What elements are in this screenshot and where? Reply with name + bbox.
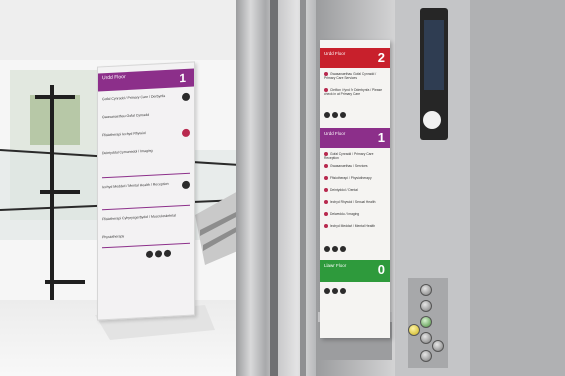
door-open-button[interactable] <box>420 332 432 344</box>
level-label: Llawr Floor <box>324 263 347 268</box>
directory-entry: Iechyd Meddwl / Mental Health <box>324 224 386 229</box>
directory-entry: Iechyd Meddwl / Mental Health / Receptio… <box>102 180 190 190</box>
entry-text: Iechyd Meddwl / Mental Health / Receptio… <box>102 181 169 190</box>
directory-entry: Deintyddol Cymunedol / Imaging <box>102 147 190 156</box>
wheelchair-icon <box>324 112 330 118</box>
icon-row <box>324 288 346 294</box>
door-close-button[interactable] <box>432 340 444 352</box>
entry-text: Iechyd Rhywiol / Sexual Health <box>330 200 376 204</box>
directory-entry: Gwasanaethau / Services <box>324 164 386 169</box>
arrow-right-icon <box>340 246 346 252</box>
icon-row <box>146 249 171 258</box>
service-icon <box>324 224 328 229</box>
entry-text: Gwasanaethau / Services <box>330 164 368 168</box>
level-number: 1 <box>377 130 385 145</box>
lift-icon <box>332 288 338 294</box>
lift-call-button[interactable] <box>420 284 432 296</box>
level-number: 0 <box>377 262 385 277</box>
directory-entry: Cleifion i fynd i'r Dderbynfa / Please c… <box>324 88 386 96</box>
entry-text: Iechyd Meddwl / Mental Health <box>330 224 376 228</box>
alarm-button[interactable] <box>408 324 420 336</box>
entry-text: Cleifion i fynd i'r Dderbynfa / Please c… <box>324 88 383 97</box>
level-number: 2 <box>377 50 385 65</box>
entry-text: Delweddu / Imaging <box>330 212 360 216</box>
directory-entry: Delweddu / Imaging <box>324 212 386 217</box>
directory-entry: Deintyddol / Dental <box>324 188 386 193</box>
directory-entry: Physiotherapy <box>102 231 190 240</box>
entry-text: Deintyddol Cymunedol / Imaging <box>102 148 153 156</box>
wheelchair-icon <box>146 250 153 258</box>
entry-text: Gofal Cynradd / Primary Care / Derbynfa <box>102 93 166 102</box>
level-header-band: Urdd Floor 1 <box>98 68 194 92</box>
entry-text: Gwasanaethau Gofal Cynradd / Primary Car… <box>324 72 377 81</box>
directory-entry: Ffisiotherapi Cyhyrysgerbydol / Musculos… <box>102 213 190 222</box>
service-icon <box>324 164 328 169</box>
arrow-right-icon <box>182 92 190 102</box>
directory-entry: Ffisiotherapi / Physiotherapy <box>324 176 386 181</box>
icon-row <box>324 246 346 252</box>
directory-entry: Ffisiotherapi Iechyd Rhywiol <box>102 128 190 138</box>
entry-text: Gwasanaethau Gofal Cynradd <box>102 112 150 120</box>
level-2-band: Urdd Floor 2 <box>320 48 390 68</box>
arrow-right-icon <box>164 249 171 258</box>
directory-entry: Iechyd Rhywiol / Sexual Health <box>324 200 386 205</box>
directory-entry: Gofal Cynradd / Primary Care Reception <box>324 152 386 160</box>
arrow-right-icon <box>340 288 346 294</box>
wheelchair-icon <box>324 288 330 294</box>
lift-icon <box>332 112 338 118</box>
arrow-right-icon <box>340 112 346 118</box>
level-label: Urdd Floor <box>324 51 346 56</box>
directory-entry: Gwasanaethau Gofal Cynradd <box>102 111 190 120</box>
service-icon <box>324 176 328 181</box>
entry-text: Ffisiotherapi / Physiotherapy <box>330 176 372 180</box>
wheelchair-icon <box>324 246 330 252</box>
divider <box>102 242 190 249</box>
freestanding-directory-sign: Urdd Floor 1 Gofal Cynradd / Primary Car… <box>97 61 195 321</box>
wheelchair-icon <box>182 128 190 138</box>
divider <box>102 172 190 179</box>
service-icon <box>324 200 328 205</box>
level-label: Urdd Floor <box>324 131 346 136</box>
entry-text: Deintyddol / Dental <box>330 188 358 192</box>
entry-text: Ffisiotherapi Cyhyrysgerbydol / Musculos… <box>102 213 176 222</box>
service-icon <box>324 188 328 193</box>
wall-directory-sign: Urdd Floor 2 Gwasanaethau Gofal Cynradd … <box>320 40 390 338</box>
lobby-background <box>0 0 565 376</box>
entry-text: Gofal Cynradd / Primary Care Reception <box>324 152 374 161</box>
directory-entry: Gwasanaethau Gofal Cynradd / Primary Car… <box>324 72 386 80</box>
lift-call-button[interactable] <box>420 350 432 362</box>
entry-text: Ffisiotherapi Iechyd Rhywiol <box>102 131 146 138</box>
level-1-band: Urdd Floor 1 <box>320 128 390 148</box>
lift-icon <box>332 246 338 252</box>
lift-call-button[interactable] <box>420 300 432 312</box>
lift-icon <box>155 250 162 258</box>
arrow-right-icon <box>182 180 190 190</box>
entry-text: Physiotherapy <box>102 234 125 240</box>
level-0-band: Llawr Floor 0 <box>320 260 390 282</box>
level-label: Urdd Floor <box>102 74 126 82</box>
lift-lobby-scene: Urdd Floor 1 Gofal Cynradd / Primary Car… <box>0 0 565 376</box>
lift-call-button[interactable] <box>420 316 432 328</box>
divider <box>102 204 190 211</box>
service-icon <box>324 212 328 217</box>
icon-row <box>324 112 346 118</box>
directory-entry: Gofal Cynradd / Primary Care / Derbynfa <box>102 92 190 102</box>
level-number: 1 <box>179 70 186 86</box>
